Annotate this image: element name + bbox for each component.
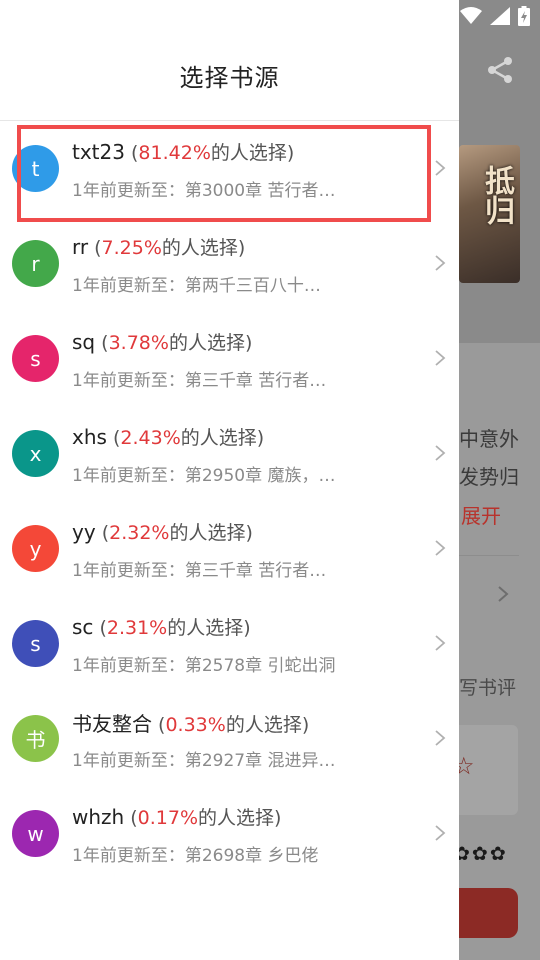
chevron-right-icon xyxy=(435,160,446,176)
source-name-line: rr (7.25%的人选择) xyxy=(72,233,245,260)
wifi-icon xyxy=(460,7,482,24)
chevron-right-icon xyxy=(435,445,446,461)
source-name: whzh xyxy=(72,805,125,829)
source-avatar: s xyxy=(12,335,59,382)
source-name-line: sq (3.78%的人选择) xyxy=(72,328,252,355)
source-update-text: 1年前更新至：第三千章 苦行者… xyxy=(72,371,327,391)
divider xyxy=(459,555,519,556)
share-icon[interactable] xyxy=(485,55,515,85)
paren: ( xyxy=(93,617,107,639)
source-percent-suffix: 的人选择) xyxy=(167,617,251,639)
book-cover-title: 抵归 xyxy=(479,165,514,225)
source-percent: 7.25% xyxy=(101,237,162,259)
paren: ( xyxy=(95,522,110,544)
source-update-text: 1年前更新至：第三千章 苦行者… xyxy=(72,561,327,581)
source-list-item[interactable]: 书书友整合 (0.33%的人选择) 1年前更新至：第2927章 混进异… xyxy=(0,691,459,786)
source-percent: 2.31% xyxy=(106,617,168,639)
source-percent-suffix: 的人选择) xyxy=(161,237,246,259)
source-name-line: sc (2.31%的人选择) xyxy=(72,613,251,640)
paren: ( xyxy=(124,807,138,829)
source-update-text: 1年前更新至：第2927章 混进异… xyxy=(72,751,336,771)
source-update-text: 1年前更新至：第两千三百八十… xyxy=(72,276,321,296)
source-percent: 2.43% xyxy=(120,427,181,449)
status-bar xyxy=(460,5,530,27)
battery-charging-icon xyxy=(518,6,530,26)
source-avatar: x xyxy=(12,430,59,477)
source-percent-suffix: 的人选择) xyxy=(168,332,253,354)
source-name-line: xhs (2.43%的人选择) xyxy=(72,423,264,450)
paren: ( xyxy=(88,237,102,259)
source-list-item[interactable]: x xhs (2.43%的人选择) 1年前更新至：第2950章 魔族，… xyxy=(0,406,459,501)
source-name-line: whzh (0.17%的人选择) xyxy=(72,803,281,830)
selection-highlight-box xyxy=(17,125,431,222)
source-avatar: s xyxy=(12,620,59,667)
source-name-line: yy (2.32%的人选择) xyxy=(72,518,253,545)
source-percent-suffix: 的人选择) xyxy=(225,714,310,736)
source-avatar: 书 xyxy=(12,715,59,762)
signal-icon xyxy=(490,7,510,25)
source-update-text: 1年前更新至：第2578章 引蛇出洞 xyxy=(72,656,336,676)
source-name: rr xyxy=(72,235,89,259)
source-name: sq xyxy=(72,330,96,354)
chevron-right-icon xyxy=(435,350,446,366)
source-percent-suffix: 的人选择) xyxy=(180,427,265,449)
source-avatar: r xyxy=(12,240,59,287)
source-name: xhs xyxy=(72,425,107,449)
source-list-item[interactable]: s sq (3.78%的人选择) 1年前更新至：第三千章 苦行者… xyxy=(0,311,459,406)
source-name-line: 书友整合 (0.33%的人选择) xyxy=(72,708,309,737)
chevron-right-icon xyxy=(498,586,509,602)
source-percent: 0.33% xyxy=(165,714,226,736)
source-percent-suffix: 的人选择) xyxy=(198,807,282,829)
source-avatar: y xyxy=(12,525,59,572)
paren: ( xyxy=(152,714,166,736)
source-avatar: w xyxy=(12,810,59,857)
source-percent: 3.78% xyxy=(108,332,169,354)
paren: ( xyxy=(95,332,109,354)
intro-text-line: 中意外 xyxy=(459,427,519,451)
expand-link[interactable]: 展开 xyxy=(461,500,501,529)
source-percent-suffix: 的人选择) xyxy=(169,522,253,544)
source-percent: 2.32% xyxy=(109,522,170,544)
chevron-right-icon xyxy=(435,255,446,271)
source-percent: 0.17% xyxy=(137,807,199,829)
paren: ( xyxy=(106,427,121,449)
read-button[interactable] xyxy=(459,888,518,938)
chevron-right-icon xyxy=(435,825,446,841)
chevron-right-icon xyxy=(435,540,446,556)
source-update-text: 1年前更新至：第2698章 乡巴佬 xyxy=(72,846,319,866)
write-review-label[interactable]: 写书评 xyxy=(459,673,540,700)
chevron-right-icon xyxy=(435,730,446,746)
source-list-item[interactable]: y yy (2.32%的人选择) 1年前更新至：第三千章 苦行者… xyxy=(0,501,459,596)
source-update-text: 1年前更新至：第2950章 魔族，… xyxy=(72,466,336,486)
rating-flowers: ✿✿✿ xyxy=(454,843,508,865)
source-name: yy xyxy=(72,520,96,544)
source-list-item[interactable]: s sc (2.31%的人选择) 1年前更新至：第2578章 引蛇出洞 xyxy=(0,596,459,691)
drawer-title: 选择书源 xyxy=(179,64,280,92)
book-cover: 抵归 xyxy=(459,145,520,283)
source-list: t txt23 (81.42%的人选择) 1年前更新至：第3000章 苦行者… r rr… xyxy=(0,121,459,881)
source-list-item[interactable]: r rr (7.25%的人选择) 1年前更新至：第两千三百八十… xyxy=(0,216,459,311)
source-name: sc xyxy=(72,615,94,639)
source-name: 书友整合 xyxy=(72,712,152,736)
source-list-item[interactable]: w whzh (0.17%的人选择) 1年前更新至：第2698章 乡巴佬 xyxy=(0,786,459,881)
chevron-right-icon xyxy=(435,635,446,651)
intro-text-line: 发势归 xyxy=(459,465,519,489)
